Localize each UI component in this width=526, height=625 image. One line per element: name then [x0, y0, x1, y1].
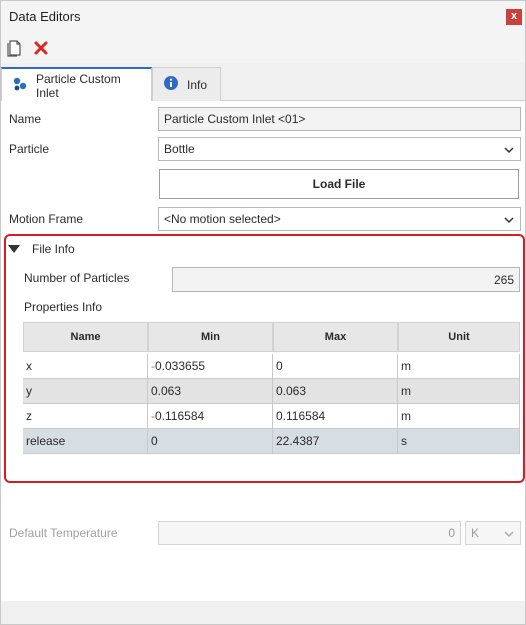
- info-icon: [163, 75, 179, 94]
- motion-frame-value: <No motion selected>: [164, 212, 281, 226]
- table-cell-max[interactable]: 22.4387: [273, 429, 398, 454]
- tab-particle-custom-inlet[interactable]: Particle Custom Inlet: [1, 67, 152, 102]
- tab-label: Info: [187, 77, 208, 92]
- temperature-unit-select[interactable]: K: [465, 521, 521, 545]
- min-value: 0: [151, 434, 158, 448]
- default-temperature-label: Default Temperature: [9, 526, 118, 540]
- num-particles-value: 265: [493, 272, 514, 287]
- min-value: 0.033655: [155, 359, 206, 373]
- default-temperature-field[interactable]: 0: [158, 521, 461, 545]
- table-cell-unit[interactable]: m: [398, 404, 520, 429]
- motion-frame-label: Motion Frame: [9, 212, 84, 226]
- particle-inlet-icon: [12, 76, 28, 95]
- table-cell-max[interactable]: 0: [273, 354, 398, 379]
- title-bar: Data Editors x: [1, 1, 525, 33]
- properties-info-label: Properties Info: [24, 300, 103, 314]
- chevron-down-icon: [504, 528, 514, 538]
- column-header-min[interactable]: Min: [148, 322, 273, 352]
- temperature-value: 0: [448, 526, 455, 540]
- name-value: Particle Custom Inlet <01>: [164, 112, 306, 126]
- collapse-triangle-icon[interactable]: [8, 243, 20, 257]
- chevron-down-icon: [504, 214, 514, 224]
- num-particles-field[interactable]: 265: [172, 267, 520, 292]
- temperature-unit-value: K: [471, 526, 480, 540]
- num-particles-label: Number of Particles: [24, 271, 130, 285]
- table-cell-unit[interactable]: m: [398, 379, 520, 404]
- table-cell-unit[interactable]: m: [398, 354, 520, 379]
- tab-strip: Particle Custom Inlet Info: [1, 67, 525, 102]
- table-cell-min[interactable]: -0.033655: [148, 354, 273, 379]
- table-cell-name[interactable]: release: [23, 429, 148, 454]
- name-field[interactable]: Particle Custom Inlet <01>: [158, 107, 521, 131]
- particle-label: Particle: [9, 142, 50, 156]
- table-cell-max[interactable]: 0.063: [273, 379, 398, 404]
- table-cell-min[interactable]: 0: [148, 429, 273, 454]
- new-document-icon[interactable]: [7, 39, 23, 57]
- table-cell-unit[interactable]: s: [398, 429, 520, 454]
- data-editors-window: Data Editors x Particle Custom Inlet Inf…: [0, 0, 526, 625]
- table-cell-name[interactable]: x: [23, 354, 148, 379]
- tab-info[interactable]: Info: [152, 67, 221, 101]
- toolbar: [1, 33, 525, 63]
- file-info-header[interactable]: File Info: [32, 242, 75, 256]
- tab-label: Particle Custom Inlet: [36, 71, 121, 100]
- min-value: 0.063: [151, 384, 182, 398]
- delete-x-icon[interactable]: [33, 39, 49, 57]
- table-cell-name[interactable]: z: [23, 404, 148, 429]
- min-value: 0.116584: [155, 409, 205, 423]
- window-title: Data Editors: [9, 9, 81, 24]
- table-cell-max[interactable]: 0.116584: [273, 404, 398, 429]
- column-header-max[interactable]: Max: [273, 322, 398, 352]
- particle-select[interactable]: Bottle: [158, 137, 521, 161]
- table-cell-min[interactable]: 0.063: [148, 379, 273, 404]
- column-header-name[interactable]: Name: [23, 322, 148, 352]
- name-label: Name: [9, 112, 42, 126]
- table-cell-name[interactable]: y: [23, 379, 148, 404]
- particle-value: Bottle: [164, 142, 195, 156]
- load-file-button[interactable]: Load File: [159, 169, 519, 199]
- column-header-unit[interactable]: Unit: [398, 322, 520, 352]
- chevron-down-icon: [504, 144, 514, 154]
- motion-frame-select[interactable]: <No motion selected>: [158, 207, 521, 231]
- table-cell-min[interactable]: -0.116584: [148, 404, 273, 429]
- close-button[interactable]: x: [506, 9, 522, 25]
